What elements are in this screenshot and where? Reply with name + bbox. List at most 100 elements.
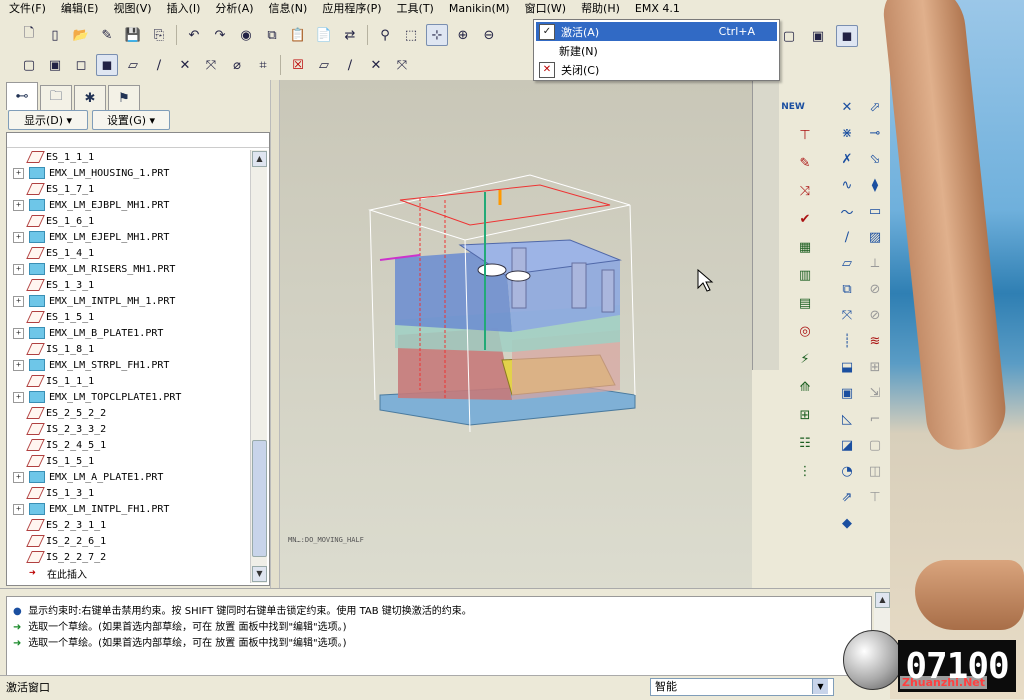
datum-point-icon[interactable]: ✕	[838, 98, 856, 116]
new-file-icon[interactable]: ▯	[44, 24, 66, 46]
tree-row[interactable]: IS_1_3_1	[7, 485, 253, 501]
menu-item[interactable]: 视图(V)	[104, 0, 157, 18]
folder-browser-tab-icon[interactable]: 🗀	[40, 85, 72, 110]
merge-icon[interactable]: ▨	[866, 228, 884, 246]
display-dropdown-button[interactable]: 显示(D) ▾	[8, 110, 88, 130]
tree-row[interactable]: IS_1_8_1	[7, 341, 253, 357]
find-icon[interactable]: ⚲	[374, 24, 396, 46]
scroll-thumb[interactable]	[252, 440, 267, 557]
tree-row[interactable]: + EMX_LM_STRPL_FH1.PRT	[7, 357, 253, 373]
datum-point-display-icon[interactable]: ✕	[174, 54, 196, 76]
scroll-up-icon[interactable]: ▲	[252, 151, 267, 167]
hole-icon[interactable]: ◔	[838, 462, 856, 480]
tree-row[interactable]: ES_1_7_1	[7, 181, 253, 197]
tree-row[interactable]: IS_2_2_6_1	[7, 533, 253, 549]
paste-special-icon[interactable]: 📄	[313, 24, 335, 46]
save-icon[interactable]: 💾	[122, 24, 144, 46]
tree-row[interactable]: + EMX_LM_EJBPL_MH1.PRT	[7, 197, 253, 213]
point-tool-icon[interactable]: ✕	[365, 54, 387, 76]
tree-row[interactable]: + EMX_LM_INTPL_FH1.PRT	[7, 501, 253, 517]
menu-item[interactable]: EMX 4.1	[626, 0, 686, 18]
tree-row[interactable]: IS_1_5_1	[7, 453, 253, 469]
tree-row[interactable]: ES_1_6_1	[7, 213, 253, 229]
tree-row[interactable]: ES_2_3_1_1	[7, 517, 253, 533]
tree-row[interactable]: ➜ 在此插入	[7, 565, 253, 581]
datum-axis-icon[interactable]: ∕	[838, 228, 856, 246]
intersect-icon[interactable]: ⌐	[866, 410, 884, 428]
emx-cooling-icon[interactable]: ▦	[796, 238, 814, 256]
spin-center-display-icon[interactable]: ⌗	[252, 54, 274, 76]
datum-csys-icon[interactable]: ⤧	[838, 306, 856, 324]
plane-tool-icon[interactable]: ▱	[313, 54, 335, 76]
shaded-cube-icon[interactable]: ◼	[836, 25, 858, 47]
datum-axis-display-icon[interactable]: ∕	[148, 54, 170, 76]
tree-row[interactable]: IS_2_2_7_2	[7, 549, 253, 565]
expand-icon[interactable]: +	[13, 327, 24, 339]
model-tree-scrollbar[interactable]: ▲ ▼	[250, 150, 267, 583]
relations-icon[interactable]: ⇄	[339, 24, 361, 46]
round-icon[interactable]: ⊸	[866, 124, 884, 142]
coordinate-system-display-icon[interactable]: ⤧	[200, 54, 222, 76]
tree-row[interactable]: + EMX_LM_TOPCLPLATE1.PRT	[7, 389, 253, 405]
solidify-icon[interactable]: ▢	[866, 436, 884, 454]
surface-icon[interactable]: ⬀	[866, 98, 884, 116]
select-box-icon[interactable]: ⬚	[400, 24, 422, 46]
save-copy-icon[interactable]: ⎘	[148, 24, 170, 46]
zoom-in-icon[interactable]: ⊕	[452, 24, 474, 46]
datum-plane-icon[interactable]: ▱	[838, 254, 856, 272]
chamfer-icon[interactable]: ⬂	[866, 150, 884, 168]
copy-icon[interactable]: ⧉	[261, 24, 283, 46]
emx-slider-icon[interactable]: ▥	[796, 266, 814, 284]
layer-plane-icon[interactable]: ⧉	[838, 280, 856, 298]
menu-item[interactable]: 帮助(H)	[572, 0, 626, 18]
menu-item[interactable]: Manikin(M)	[440, 0, 516, 18]
expand-icon[interactable]: +	[13, 199, 24, 211]
emx-ring-icon[interactable]: ◎	[796, 322, 814, 340]
blend-icon[interactable]: ◪	[838, 436, 856, 454]
expand-icon[interactable]: +	[13, 503, 24, 515]
emx-lifter-icon[interactable]: ▤	[796, 294, 814, 312]
menu-item[interactable]: 窗口(W)	[516, 0, 572, 18]
emx-ejector-pin-icon[interactable]: ✔	[796, 210, 814, 228]
tree-row[interactable]: + EMX_LM_A_PLATE1.PRT	[7, 469, 253, 485]
sketch-curve-icon[interactable]: 〜	[838, 202, 856, 221]
open-icon[interactable]: 📂	[70, 24, 92, 46]
annotation-display-icon[interactable]: ⌀	[226, 54, 248, 76]
expand-icon[interactable]: +	[13, 471, 24, 483]
connections-tab-icon[interactable]: ⚑	[108, 85, 140, 110]
emx-align-icon[interactable]: ⋮	[796, 462, 814, 480]
hidden-line-icon[interactable]: ▣	[44, 54, 66, 76]
menu-item[interactable]: 工具(T)	[388, 0, 440, 18]
emx-sprue-icon[interactable]: ⟰	[796, 378, 814, 396]
model-tree-tab-icon[interactable]: ⊷	[6, 82, 38, 110]
tree-row[interactable]: + EMX_LM_INTPL_MH_1.PRT	[7, 293, 253, 309]
spin-center-icon[interactable]: ⊹	[426, 24, 448, 46]
revolve-icon[interactable]: ▣	[838, 384, 856, 402]
tree-row[interactable]: + EMX_LM_EJEPL_MH1.PRT	[7, 229, 253, 245]
expand-icon[interactable]: +	[13, 167, 24, 179]
chevron-down-icon[interactable]: ▼	[812, 679, 828, 694]
new-object-icon[interactable]: 🗋	[18, 24, 40, 46]
datum-point-offset-icon[interactable]: ⋇	[838, 124, 856, 142]
menu-item[interactable]: 插入(I)	[158, 0, 207, 18]
menu-item[interactable]: 应用程序(P)	[313, 0, 387, 18]
expand-icon[interactable]: +	[13, 391, 24, 403]
paste-icon[interactable]: 📋	[287, 24, 309, 46]
tree-row[interactable]: + EMX_LM_RISERS_MH1.PRT	[7, 261, 253, 277]
regenerate-icon[interactable]: ◉	[235, 24, 257, 46]
undo-icon[interactable]: ↶	[183, 24, 205, 46]
emx-bolt-icon[interactable]: ✎	[796, 154, 814, 172]
wireframe-cube-icon[interactable]: ▢	[778, 25, 800, 47]
menu-item[interactable]: 编辑(E)	[52, 0, 105, 18]
redo-icon[interactable]: ↷	[209, 24, 231, 46]
wireframe-icon[interactable]: ▢	[18, 54, 40, 76]
csys-tool-icon[interactable]: ⤧	[391, 54, 413, 76]
emx-guide-icon[interactable]: ⚡	[796, 350, 814, 368]
hidden-line-cube-icon[interactable]: ▣	[807, 25, 829, 47]
tree-row[interactable]: + EMX_LM_B_PLATE1.PRT	[7, 325, 253, 341]
extend-icon[interactable]: ⊘	[866, 306, 884, 324]
sweep-icon[interactable]: ◺	[838, 410, 856, 428]
shell-icon[interactable]: ⇗	[838, 488, 856, 506]
menu-item[interactable]: 文件(F)	[0, 0, 52, 18]
expand-icon[interactable]: +	[13, 231, 24, 243]
